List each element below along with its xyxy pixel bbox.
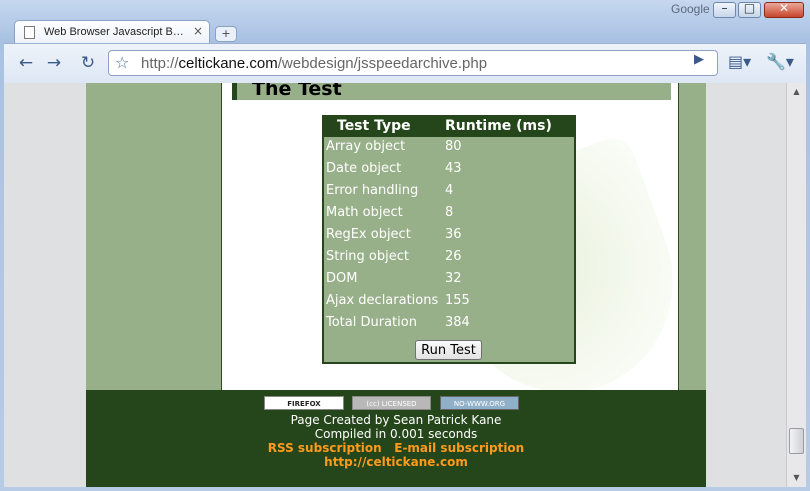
table-row: Ajax declarations 155 [324, 293, 574, 315]
test-runtime: 155 [445, 293, 470, 308]
test-name: Total Duration [326, 315, 417, 330]
table-row: Math object 8 [324, 205, 574, 227]
reload-button[interactable]: ↻ [76, 52, 100, 74]
test-runtime: 8 [445, 205, 454, 220]
page-body: The Test Test Type Runtime (ms) Array ob… [86, 83, 706, 487]
scroll-down-icon[interactable]: ▼ [789, 470, 804, 485]
close-window-button[interactable]: ✕ [764, 1, 804, 18]
firefox-badge[interactable]: FIREFOX [264, 396, 344, 410]
go-icon[interactable]: ▶ [694, 52, 704, 67]
table-row: String object 26 [324, 249, 574, 271]
forward-button[interactable]: → [42, 52, 66, 74]
url-text[interactable]: http://celtickane.com/webdesign/jsspeeda… [141, 55, 487, 72]
url-host: celtickane.com [178, 55, 278, 72]
test-name: String object [326, 249, 409, 264]
tab-title: Web Browser Javascript B… [44, 26, 184, 38]
vertical-scrollbar[interactable]: ▲ ▼ [786, 83, 806, 487]
test-runtime: 43 [445, 161, 462, 176]
test-runtime: 32 [445, 271, 462, 286]
footer-created-by: Page Created by Sean Patrick Kane [290, 413, 502, 427]
header-runtime: Runtime (ms) [445, 118, 552, 134]
toolbar: ← → ↻ ☆ http://celtickane.com/webdesign/… [4, 43, 806, 83]
url-path: /webdesign/jsspeedarchive.php [277, 55, 488, 72]
address-bar[interactable]: ☆ http://celtickane.com/webdesign/jsspee… [108, 50, 718, 76]
no-www-badge[interactable]: NO-WWW.ORG [440, 396, 519, 410]
table-row: Error handling 4 [324, 183, 574, 205]
scroll-thumb[interactable] [789, 428, 804, 454]
footer-site-link-row: http://celtickane.com [86, 455, 706, 469]
table-row: Total Duration 384 [324, 315, 574, 337]
cc-license-badge[interactable]: (cc) LICENSED [352, 396, 431, 410]
test-name: Ajax declarations [326, 293, 439, 308]
bookmark-star-icon[interactable]: ☆ [115, 53, 129, 72]
rss-subscription-link[interactable]: RSS subscription [268, 441, 382, 455]
minimize-icon: – [721, 1, 728, 15]
test-name: RegEx object [326, 227, 411, 242]
test-name: Math object [326, 205, 403, 220]
test-name: DOM [326, 271, 358, 286]
footer-compiled: Compiled in 0.001 seconds [314, 427, 478, 441]
tab-close-icon[interactable]: × [193, 24, 203, 38]
page-footer: FIREFOX (cc) LICENSED NO-WWW.ORG Page Cr… [86, 390, 706, 487]
maximize-button[interactable]: □ [738, 1, 761, 18]
table-row: Array object 80 [324, 139, 574, 161]
minimize-button[interactable]: – [713, 1, 736, 18]
test-name: Array object [326, 139, 406, 154]
page-viewport: The Test Test Type Runtime (ms) Array ob… [4, 83, 786, 487]
test-runtime: 384 [445, 315, 470, 330]
back-button[interactable]: ← [14, 52, 38, 74]
new-tab-button[interactable]: + [215, 26, 237, 42]
table-row: Date object 43 [324, 161, 574, 183]
page-menu-icon[interactable]: ▤▾ [728, 52, 751, 71]
test-runtime: 26 [445, 249, 462, 264]
table-row: DOM 32 [324, 271, 574, 293]
site-link[interactable]: http://celtickane.com [324, 455, 468, 469]
results-table: Test Type Runtime (ms) Array object 80 Da… [322, 115, 576, 364]
test-runtime: 36 [445, 227, 462, 242]
maximize-icon: □ [743, 1, 756, 15]
page-icon [24, 26, 35, 39]
wrench-menu-icon[interactable]: 🔧▾ [766, 52, 794, 71]
close-icon: ✕ [778, 1, 790, 15]
tab-active[interactable]: Web Browser Javascript B… × [14, 20, 210, 44]
test-name: Error handling [326, 183, 419, 198]
table-header: Test Type Runtime (ms) [324, 117, 574, 137]
url-scheme: http:// [141, 55, 179, 72]
test-runtime: 80 [445, 139, 462, 154]
test-name: Date object [326, 161, 402, 176]
browser-window: Google – □ ✕ Web Browser Javascript B… ×… [0, 0, 810, 491]
email-subscription-link[interactable]: E-mail subscription [394, 441, 524, 455]
scroll-up-icon[interactable]: ▲ [789, 84, 804, 99]
footer-subscriptions: RSS subscription E-mail subscription [86, 441, 706, 455]
run-test-button[interactable]: Run Test [415, 340, 482, 360]
table-row: RegEx object 36 [324, 227, 574, 249]
window-brand: Google [671, 2, 710, 16]
header-test-type: Test Type [337, 118, 411, 134]
section-heading: The Test [252, 83, 342, 100]
test-runtime: 4 [445, 183, 454, 198]
